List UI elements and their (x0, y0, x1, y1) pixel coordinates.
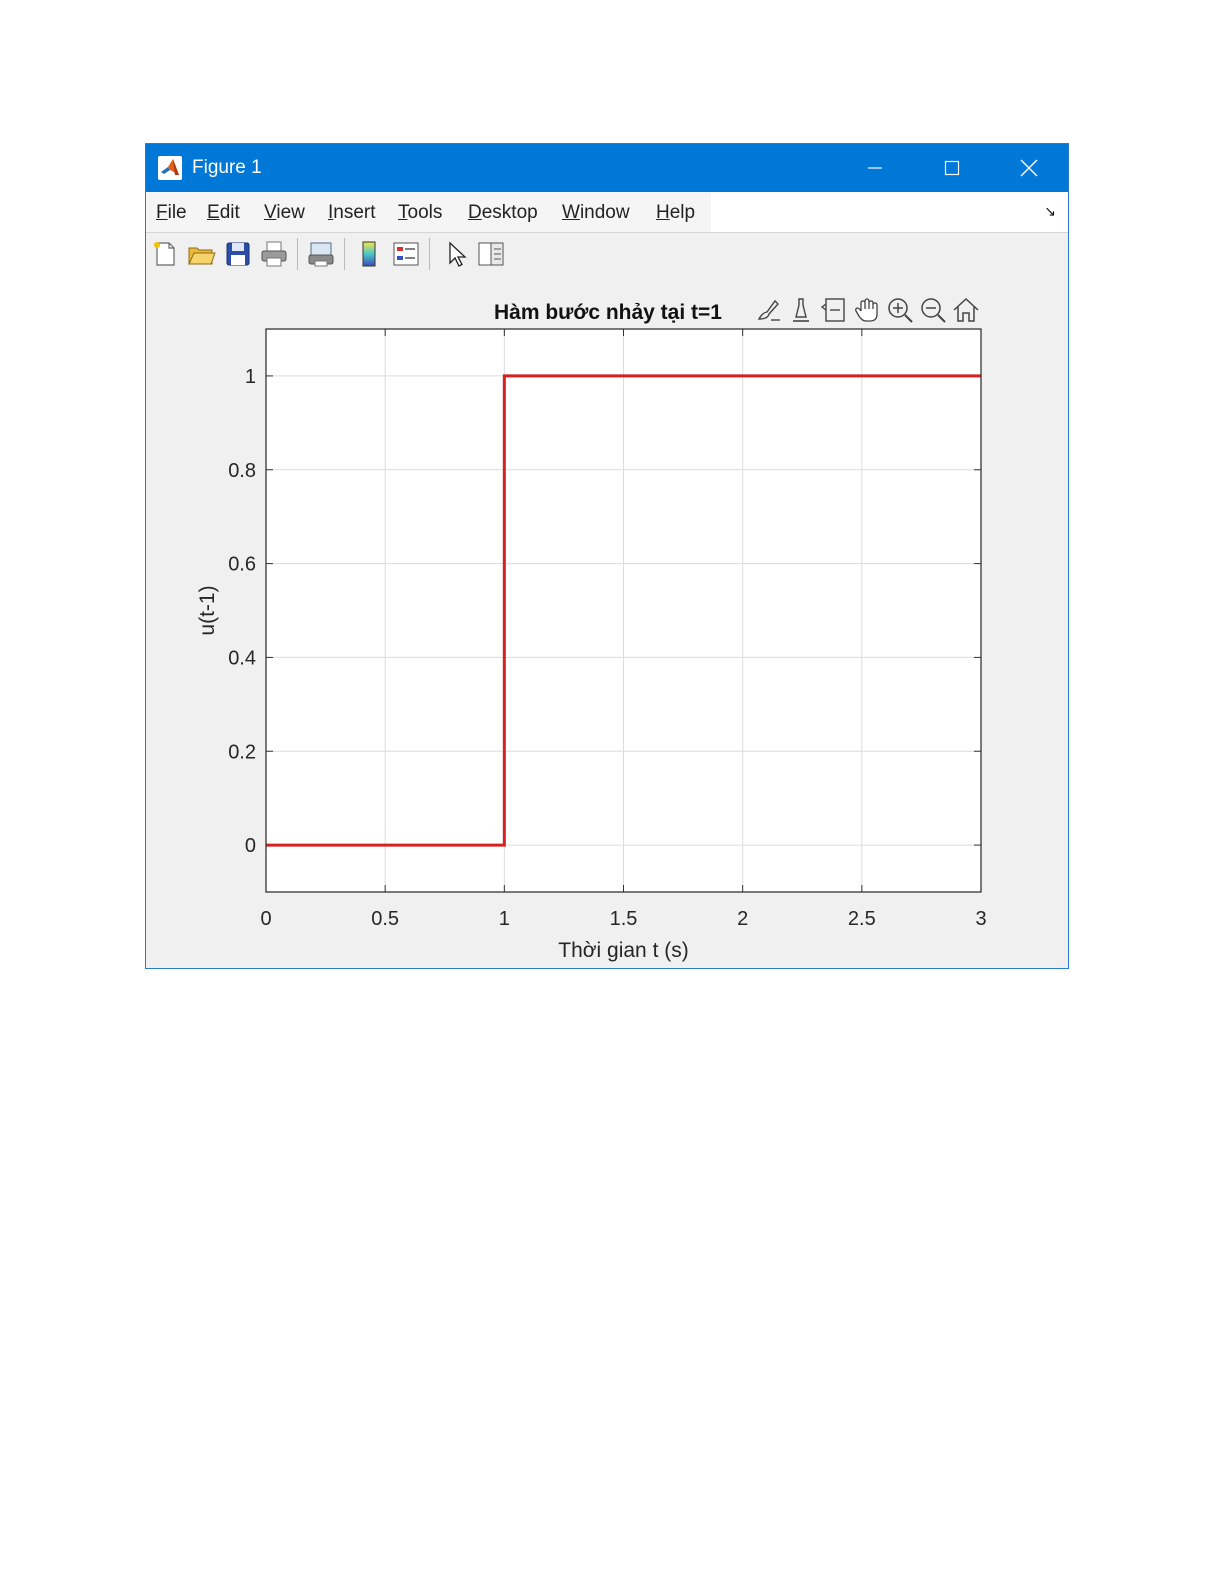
edit-plot-arrow-icon[interactable] (440, 239, 470, 269)
property-inspector-icon[interactable] (476, 239, 506, 269)
menu-strip: File Edit View Insert Tools Desktop Wind… (146, 192, 711, 232)
maximize-button[interactable] (917, 144, 987, 192)
menu-insert[interactable]: Insert (328, 202, 376, 224)
y-tick-label: 0.4 (228, 647, 256, 669)
menu-bar: File Edit View Insert Tools Desktop Wind… (146, 192, 1068, 232)
plot-axes[interactable]: 0 0.5 1 1.5 2 2.5 3 0 0.2 0.4 0.6 0.8 1 Thời gian t (… (146, 275, 1068, 968)
legend-icon[interactable] (391, 239, 421, 269)
print-preview-icon[interactable] (306, 239, 336, 269)
toolbar-separator (429, 238, 430, 270)
x-tick-label: 1 (499, 908, 510, 930)
menu-view[interactable]: View (264, 202, 305, 224)
menu-desktop[interactable]: Desktop (468, 202, 538, 224)
x-tick-label: 2.5 (848, 908, 876, 930)
title-bar[interactable]: Figure 1 (146, 144, 1068, 192)
minimize-icon (868, 167, 882, 169)
toolbar-separator (344, 238, 345, 270)
dock-arrow-icon[interactable]: ↘ (1044, 203, 1056, 220)
y-tick-label: 0.2 (228, 741, 256, 763)
x-tick-label: 0 (260, 908, 271, 930)
x-tick-label: 2 (737, 908, 748, 930)
menu-help[interactable]: Help (656, 202, 695, 224)
toolbar-separator (297, 238, 298, 270)
menu-edit[interactable]: Edit (207, 202, 240, 224)
menu-file[interactable]: File (156, 202, 187, 224)
x-axis-label: Thời gian t (s) (558, 939, 688, 962)
figure-window: Figure 1 File Edit View Insert Tools Des… (145, 143, 1069, 969)
colorbar-icon[interactable] (354, 239, 384, 269)
y-axis-label: u(t-1) (196, 585, 219, 635)
save-icon[interactable] (223, 239, 253, 269)
matlab-logo-icon (158, 156, 182, 180)
y-tick-label: 0.6 (228, 554, 256, 576)
series-point (503, 844, 505, 846)
figure-toolbar (146, 232, 1068, 276)
print-icon[interactable] (259, 239, 289, 269)
window-title: Figure 1 (192, 157, 262, 178)
x-tick-label: 3 (975, 908, 986, 930)
x-tick-label: 1.5 (610, 908, 638, 930)
open-file-icon[interactable] (186, 239, 216, 269)
series-point (503, 375, 505, 377)
y-tick-label: 0.8 (228, 460, 256, 482)
y-tick-label: 0 (245, 835, 256, 857)
new-figure-icon[interactable] (150, 239, 180, 269)
maximize-icon (944, 160, 960, 176)
close-icon (1020, 159, 1038, 177)
close-button[interactable] (994, 144, 1064, 192)
menu-window[interactable]: Window (562, 202, 630, 224)
x-tick-label: 0.5 (371, 908, 399, 930)
minimize-button[interactable] (840, 144, 910, 192)
menu-tools[interactable]: Tools (398, 202, 442, 224)
y-tick-label: 1 (245, 366, 256, 388)
chart-title: Hàm bước nhảy tại t=1 (494, 301, 722, 324)
